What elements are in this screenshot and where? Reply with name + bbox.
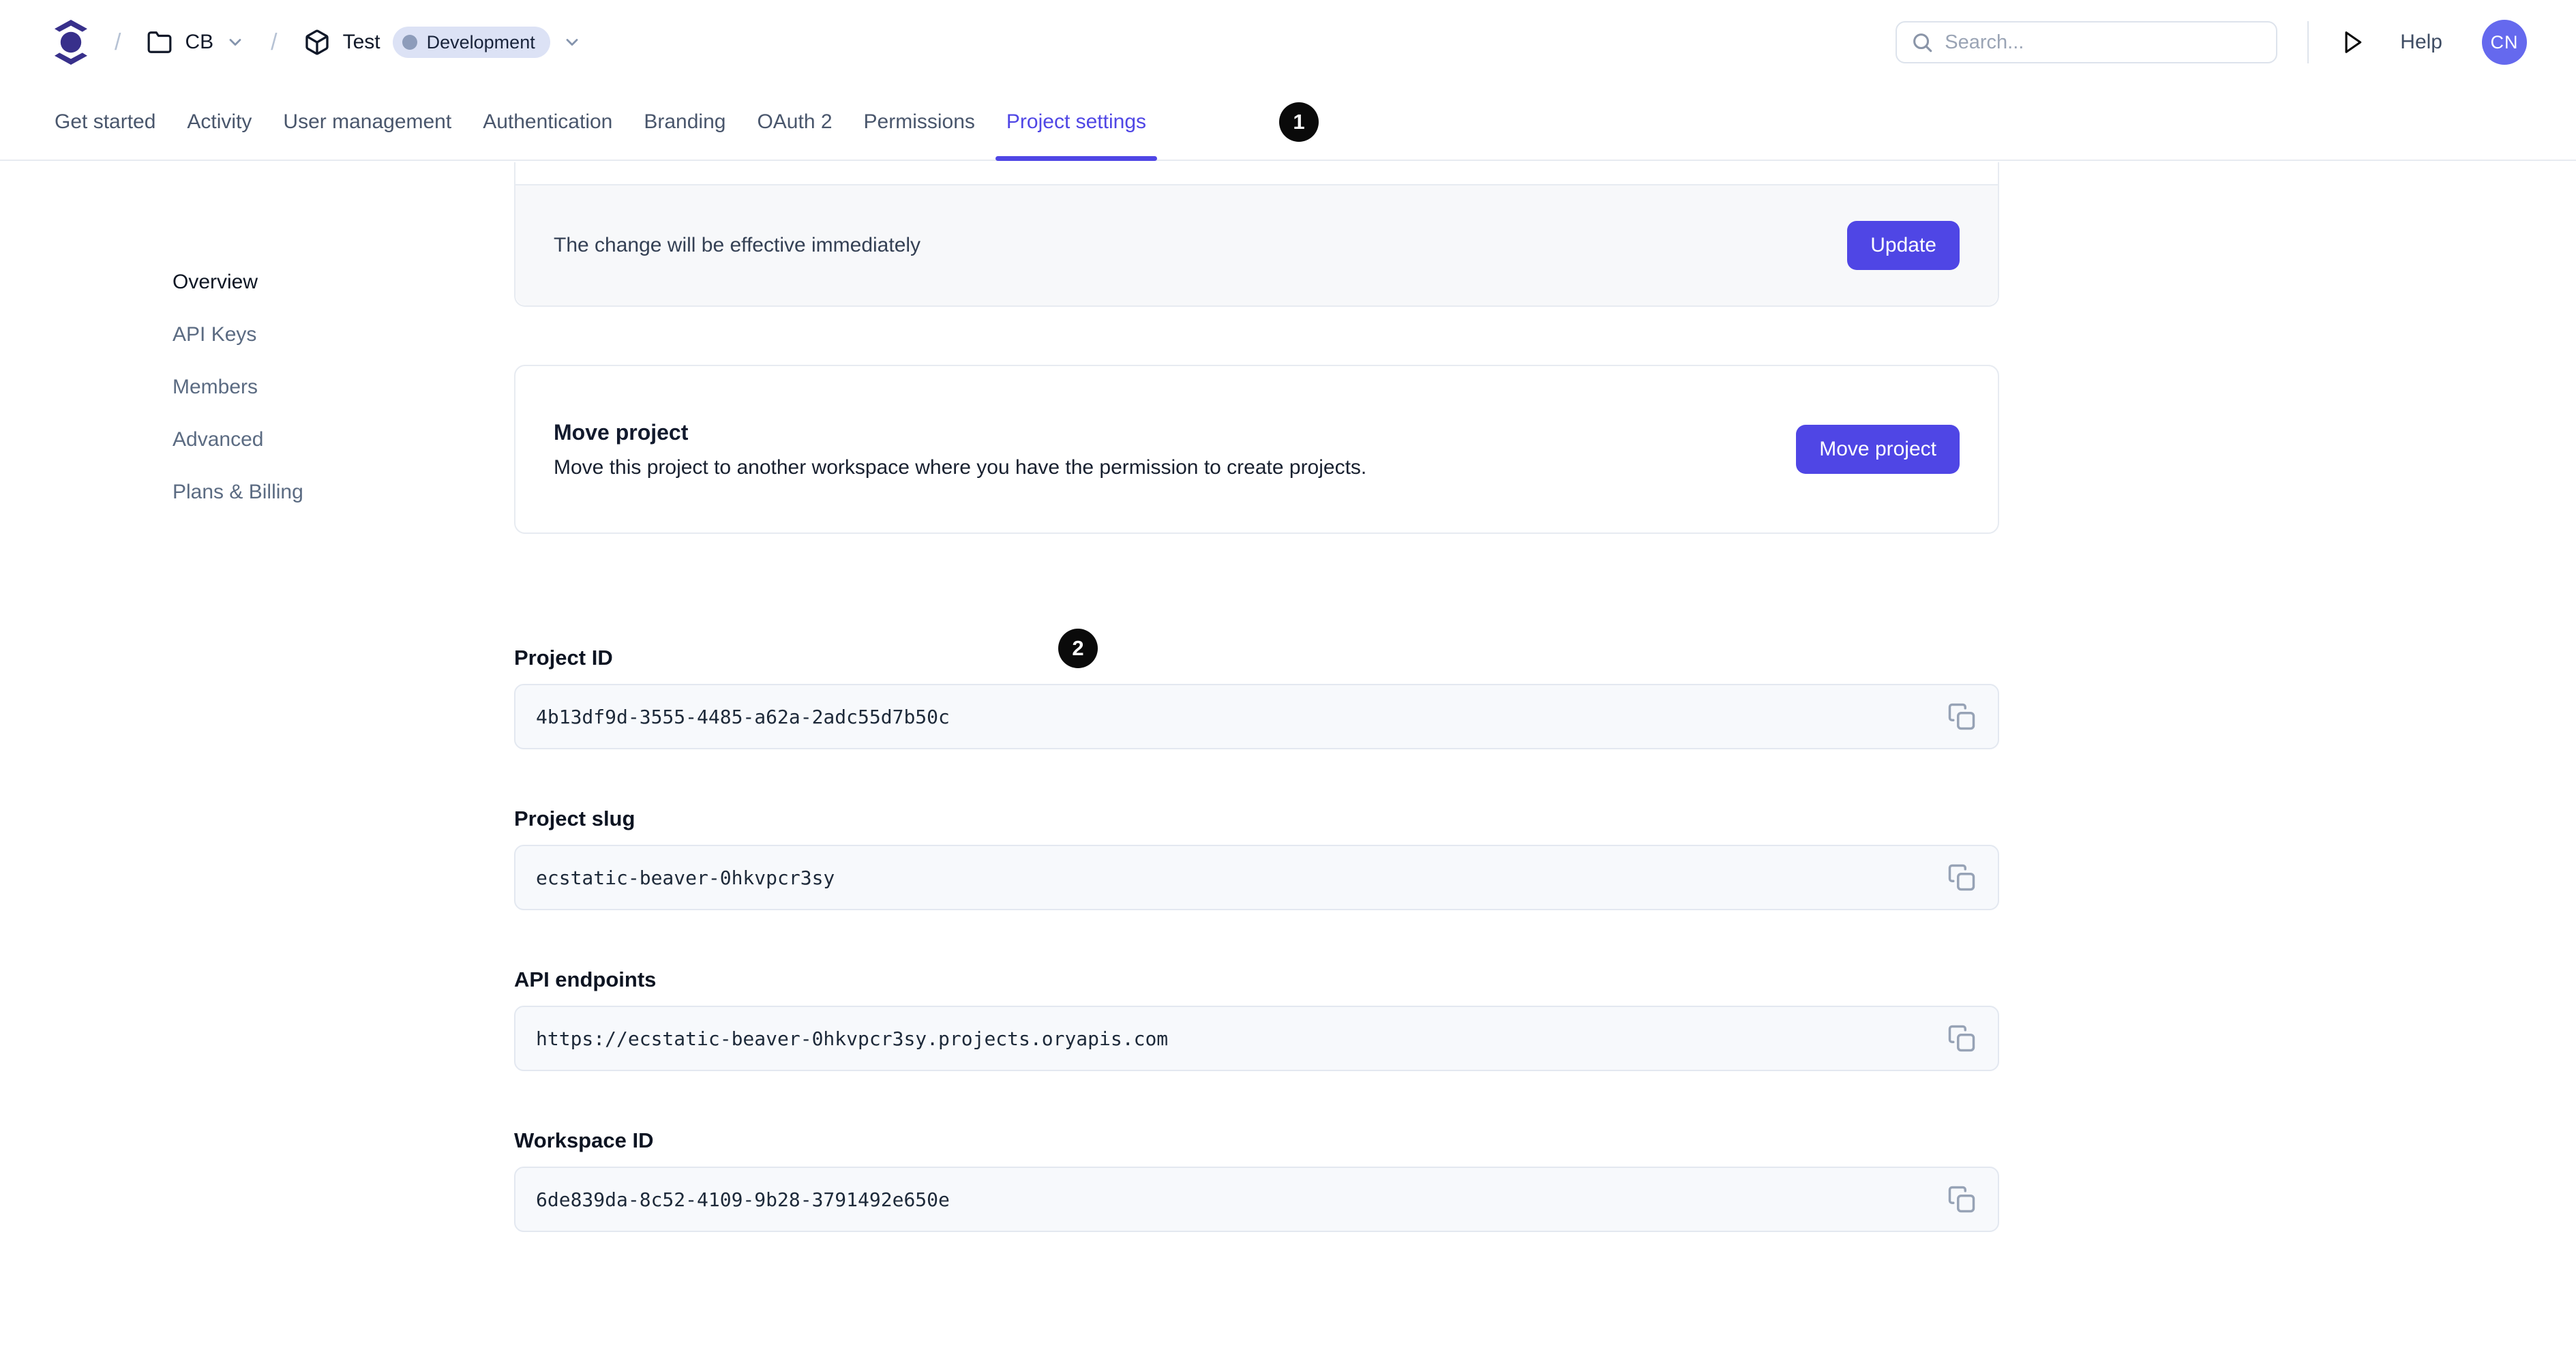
package-icon bbox=[303, 29, 331, 56]
tab-oauth2[interactable]: OAuth 2 bbox=[757, 85, 832, 160]
move-project-text: Move project Move this project to anothe… bbox=[554, 420, 1366, 479]
move-project-button[interactable]: Move project bbox=[1796, 425, 1960, 474]
breadcrumb: / CB / Test Development bbox=[53, 18, 582, 66]
breadcrumb-separator: / bbox=[115, 29, 121, 55]
project-slug-group: Project slug ecstatic-beaver-0hkvpcr3sy bbox=[514, 807, 1999, 910]
ory-logo-icon[interactable] bbox=[53, 18, 89, 66]
move-project-card: Move project Move this project to anothe… bbox=[514, 365, 1999, 534]
project-slug-value: ecstatic-beaver-0hkvpcr3sy bbox=[536, 866, 835, 889]
project-id-group: Project ID 4b13df9d-3555-4485-a62a-2adc5… bbox=[514, 646, 1999, 749]
api-endpoints-group: API endpoints https://ecstatic-beaver-0h… bbox=[514, 967, 1999, 1071]
project-id-label: Project ID bbox=[514, 646, 613, 670]
annotation-marker-1: 1 bbox=[1279, 102, 1319, 142]
copy-icon[interactable] bbox=[1943, 859, 1980, 896]
header-divider bbox=[2307, 21, 2309, 63]
project-slug-label: Project slug bbox=[514, 807, 635, 830]
environment-label: Development bbox=[426, 31, 535, 52]
environment-badge: Development bbox=[392, 27, 550, 58]
copy-icon[interactable] bbox=[1943, 1181, 1980, 1218]
project-switcher[interactable]: Test Development bbox=[303, 27, 582, 58]
chevron-down-icon bbox=[226, 33, 245, 52]
sidebar-item-plans-billing[interactable]: Plans & Billing bbox=[173, 479, 303, 506]
run-icon[interactable] bbox=[2339, 29, 2365, 55]
workspace-id-value: 6de839da-8c52-4109-9b28-3791492e650e bbox=[536, 1188, 950, 1211]
api-endpoints-label: API endpoints bbox=[514, 967, 657, 991]
tab-project-settings[interactable]: Project settings bbox=[995, 85, 1158, 161]
tab-activity[interactable]: Activity bbox=[187, 85, 252, 160]
project-id-field: 4b13df9d-3555-4485-a62a-2adc55d7b50c bbox=[514, 684, 1999, 749]
chevron-down-icon bbox=[563, 33, 582, 52]
annotation-marker-2: 2 bbox=[1058, 629, 1098, 668]
api-endpoints-value: https://ecstatic-beaver-0hkvpcr3sy.proje… bbox=[536, 1027, 1169, 1050]
api-endpoints-field: https://ecstatic-beaver-0hkvpcr3sy.proje… bbox=[514, 1006, 1999, 1071]
update-card-footer: The change will be effective immediately… bbox=[515, 184, 1998, 305]
search-icon bbox=[1911, 31, 1934, 54]
project-id-fields: Project ID 4b13df9d-3555-4485-a62a-2adc5… bbox=[514, 646, 1999, 1232]
sidebar-item-overview[interactable]: Overview bbox=[173, 269, 303, 296]
copy-icon[interactable] bbox=[1943, 698, 1980, 735]
update-button[interactable]: Update bbox=[1847, 221, 1960, 270]
environment-dot-icon bbox=[402, 35, 417, 50]
workspace-id-field: 6de839da-8c52-4109-9b28-3791492e650e bbox=[514, 1167, 1999, 1232]
update-message: The change will be effective immediately bbox=[554, 234, 921, 256]
search-box[interactable] bbox=[1896, 21, 2278, 63]
top-bar: / CB / Test Development Search... Help C… bbox=[0, 0, 2576, 85]
tab-authentication[interactable]: Authentication bbox=[483, 85, 612, 160]
workspace-name: CB bbox=[185, 31, 214, 53]
project-name: Test bbox=[342, 31, 380, 53]
project-slug-field: ecstatic-beaver-0hkvpcr3sy bbox=[514, 845, 1999, 910]
update-card-body bbox=[515, 162, 1998, 184]
settings-sidebar: Overview API Keys Members Advanced Plans… bbox=[173, 269, 303, 506]
copy-icon[interactable] bbox=[1943, 1020, 1980, 1057]
workspace-id-label: Workspace ID bbox=[514, 1128, 654, 1152]
search-input[interactable] bbox=[1945, 31, 2263, 54]
workspace-switcher[interactable]: CB bbox=[147, 29, 245, 55]
workspace-id-group: Workspace ID 6de839da-8c52-4109-9b28-379… bbox=[514, 1128, 1999, 1232]
help-link[interactable]: Help bbox=[2400, 31, 2442, 54]
tab-get-started[interactable]: Get started bbox=[55, 85, 155, 160]
tab-branding[interactable]: Branding bbox=[644, 85, 725, 160]
move-project-title: Move project bbox=[554, 419, 689, 445]
top-bar-actions: Help CN bbox=[1896, 20, 2527, 65]
sidebar-item-advanced[interactable]: Advanced bbox=[173, 426, 303, 453]
project-id-value: 4b13df9d-3555-4485-a62a-2adc55d7b50c bbox=[536, 705, 950, 728]
folder-icon bbox=[147, 29, 173, 55]
sidebar-item-api-keys[interactable]: API Keys bbox=[173, 321, 303, 348]
sidebar-item-members[interactable]: Members bbox=[173, 374, 303, 401]
tab-user-management[interactable]: User management bbox=[283, 85, 451, 160]
breadcrumb-separator: / bbox=[271, 29, 278, 55]
settings-content: The change will be effective immediately… bbox=[514, 162, 1999, 1232]
move-project-description: Move this project to another workspace w… bbox=[554, 455, 1367, 479]
tab-permissions[interactable]: Permissions bbox=[864, 85, 975, 160]
avatar[interactable]: CN bbox=[2482, 20, 2527, 65]
update-card: The change will be effective immediately… bbox=[514, 162, 1999, 307]
